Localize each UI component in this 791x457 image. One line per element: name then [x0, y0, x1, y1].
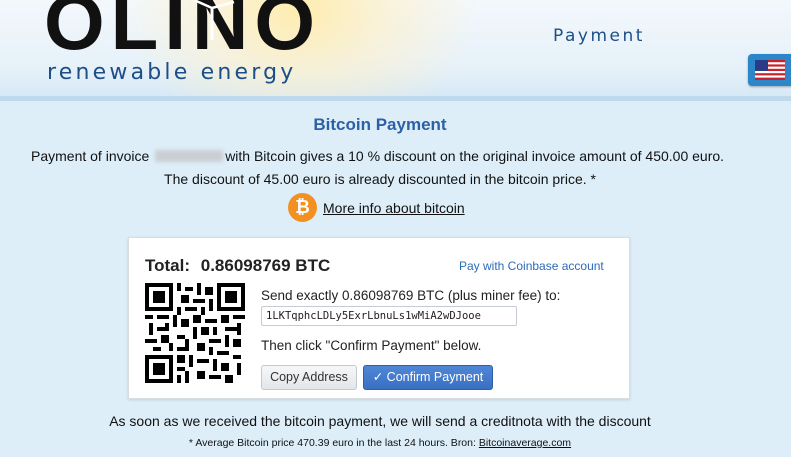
- footnote-text: * Average Bitcoin price 470.39 euro in t…: [188, 437, 476, 449]
- qr-code: [145, 283, 245, 383]
- language-button[interactable]: [748, 54, 791, 86]
- more-info[interactable]: ₿ More info about bitcoin: [288, 193, 465, 222]
- discount-line-1: Payment of invoice with Bitcoin gives a …: [31, 148, 724, 164]
- invoice-prefix: Payment of invoice: [31, 148, 150, 164]
- header-divider: [0, 96, 791, 101]
- page-title: Bitcoin Payment: [313, 115, 447, 134]
- send-instruction: Send exactly 0.86098769 BTC (plus miner …: [261, 288, 561, 303]
- total-amount: 0.86098769 BTC: [200, 256, 331, 275]
- olino-logo[interactable]: OLINO: [44, 0, 321, 62]
- tagline: renewable energy: [47, 60, 297, 85]
- page-label: Payment: [553, 26, 645, 46]
- coinbase-link[interactable]: Pay with Coinbase account: [459, 259, 604, 273]
- total-label: Total:: [145, 256, 191, 275]
- us-flag-icon: [755, 60, 785, 80]
- creditnota-notice: As soon as we received the bitcoin payme…: [109, 413, 651, 429]
- invoice-number-redacted: [155, 150, 224, 162]
- confirm-payment-button[interactable]: ✓ Confirm Payment: [363, 365, 493, 390]
- confirm-instruction: Then click "Confirm Payment" below.: [261, 338, 482, 353]
- price-footnote: * Average Bitcoin price 470.39 euro in t…: [0, 437, 760, 449]
- site-header: OLINO renewable energy Payment: [0, 0, 791, 96]
- bitcoinaverage-link[interactable]: Bitcoinaverage.com: [479, 437, 571, 449]
- discount-line-2: The discount of 45.00 euro is already di…: [164, 171, 596, 187]
- wind-turbine-icon: [193, 0, 235, 40]
- bitcoin-icon: ₿: [288, 193, 317, 222]
- total: Total: 0.86098769 BTC: [145, 256, 330, 276]
- copy-address-button[interactable]: Copy Address: [261, 365, 357, 390]
- payment-card: Total: 0.86098769 BTC Pay with Coinbase …: [128, 237, 630, 399]
- bitcoin-address-field[interactable]: 1LKTqphcLDLy5ExrLbnuLs1wMiA2wDJooe: [261, 306, 517, 326]
- more-info-link[interactable]: More info about bitcoin: [323, 200, 465, 216]
- discount-text: with Bitcoin gives a 10 % discount on th…: [225, 148, 725, 164]
